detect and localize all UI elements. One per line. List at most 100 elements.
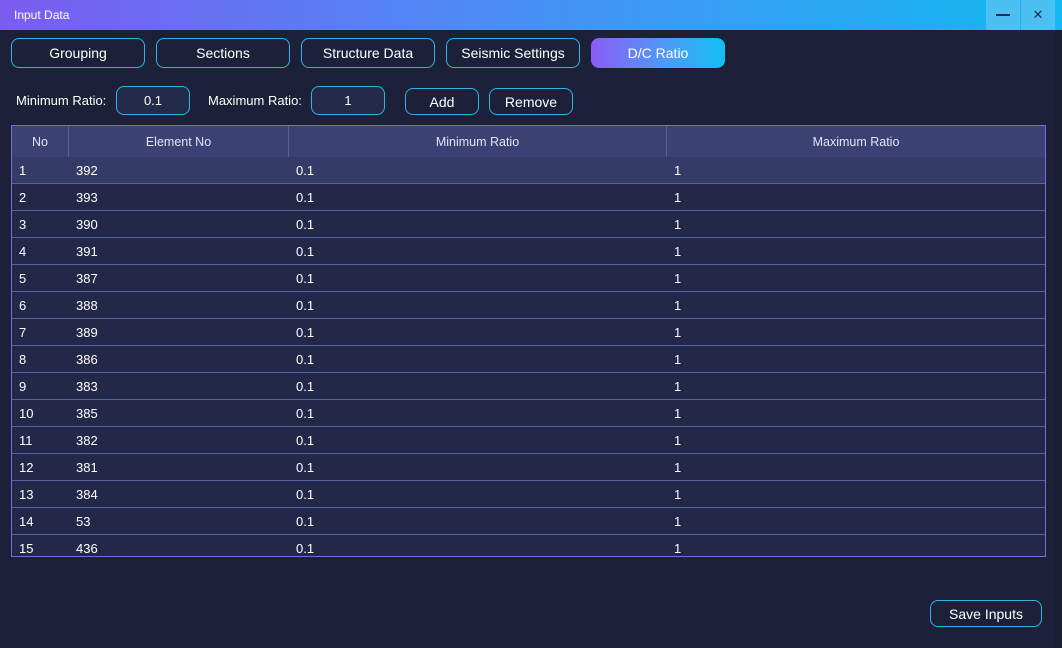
- table-row[interactable]: 11 382 0.1 1: [12, 427, 1045, 454]
- cell-minimum-ratio: 0.1: [296, 459, 315, 475]
- cell-no: 2: [19, 189, 27, 205]
- cell-minimum-ratio: 0.1: [296, 324, 315, 340]
- cell-element-no: 384: [76, 486, 98, 502]
- table-row[interactable]: 12 381 0.1 1: [12, 454, 1045, 481]
- cell-element-no: 383: [76, 378, 98, 394]
- cell-maximum-ratio: 1: [674, 432, 682, 448]
- cell-minimum-ratio: 0.1: [296, 378, 315, 394]
- cell-no: 1: [19, 162, 27, 178]
- input-data-window: Input Data ✕ Grouping Sections Structure…: [0, 0, 1062, 648]
- cell-maximum-ratio: 1: [674, 459, 682, 475]
- cell-element-no: 391: [76, 243, 98, 259]
- cell-minimum-ratio: 0.1: [296, 432, 315, 448]
- cell-maximum-ratio: 1: [674, 513, 682, 529]
- table-header: No Element No Minimum Ratio Maximum Rati…: [12, 126, 1045, 157]
- cell-maximum-ratio: 1: [674, 162, 682, 178]
- cell-maximum-ratio: 1: [674, 297, 682, 313]
- cell-no: 12: [19, 459, 34, 475]
- minimum-ratio-label: Minimum Ratio:: [16, 93, 107, 108]
- cell-maximum-ratio: 1: [674, 486, 682, 502]
- cell-no: 11: [19, 432, 33, 448]
- table-row[interactable]: 14 53 0.1 1: [12, 508, 1045, 535]
- table-row[interactable]: 13 384 0.1 1: [12, 481, 1045, 508]
- cell-element-no: 393: [76, 189, 98, 205]
- table-row[interactable]: 3 390 0.1 1: [12, 211, 1045, 238]
- cell-no: 9: [19, 378, 27, 394]
- cell-minimum-ratio: 0.1: [296, 405, 315, 421]
- cell-element-no: 436: [76, 540, 98, 556]
- table-row[interactable]: 4 391 0.1 1: [12, 238, 1045, 265]
- table-row[interactable]: 1 392 0.1 1: [12, 157, 1045, 184]
- cell-maximum-ratio: 1: [674, 405, 682, 421]
- cell-no: 3: [19, 216, 27, 232]
- add-button[interactable]: Add: [405, 88, 479, 115]
- tab-dc-ratio[interactable]: D/C Ratio: [591, 38, 725, 68]
- cell-maximum-ratio: 1: [674, 540, 682, 556]
- table-row[interactable]: 8 386 0.1 1: [12, 346, 1045, 373]
- table-row[interactable]: 7 389 0.1 1: [12, 319, 1045, 346]
- remove-button[interactable]: Remove: [489, 88, 573, 115]
- window-title: Input Data: [14, 8, 70, 22]
- cell-minimum-ratio: 0.1: [296, 297, 315, 313]
- maximum-ratio-input[interactable]: [311, 86, 385, 115]
- cell-maximum-ratio: 1: [674, 189, 682, 205]
- close-icon: ✕: [1032, 7, 1044, 22]
- minimize-button[interactable]: [986, 0, 1020, 30]
- cell-minimum-ratio: 0.1: [296, 270, 315, 286]
- minimum-ratio-input[interactable]: [116, 86, 190, 115]
- table-row[interactable]: 2 393 0.1 1: [12, 184, 1045, 211]
- cell-maximum-ratio: 1: [674, 243, 682, 259]
- table-body: 1 392 0.1 1 2 393 0.1 1 3 390 0.1 1 4 391 0.1 1 5 387 0.1 1…: [12, 157, 1045, 556]
- cell-no: 14: [19, 513, 34, 529]
- column-header-maximum-ratio[interactable]: Maximum Ratio: [667, 126, 1045, 157]
- cell-minimum-ratio: 0.1: [296, 189, 315, 205]
- cell-element-no: 389: [76, 324, 98, 340]
- cell-minimum-ratio: 0.1: [296, 351, 315, 367]
- tab-seismic-settings[interactable]: Seismic Settings: [446, 38, 580, 68]
- window-edge: [1055, 30, 1062, 648]
- cell-no: 7: [19, 324, 27, 340]
- cell-minimum-ratio: 0.1: [296, 162, 315, 178]
- table-row[interactable]: 9 383 0.1 1: [12, 373, 1045, 400]
- cell-element-no: 386: [76, 351, 98, 367]
- cell-no: 10: [19, 405, 34, 421]
- dc-ratio-table: No Element No Minimum Ratio Maximum Rati…: [11, 125, 1046, 557]
- table-row[interactable]: 6 388 0.1 1: [12, 292, 1045, 319]
- maximum-ratio-label: Maximum Ratio:: [208, 93, 302, 108]
- table-row[interactable]: 5 387 0.1 1: [12, 265, 1045, 292]
- cell-element-no: 387: [76, 270, 98, 286]
- cell-minimum-ratio: 0.1: [296, 540, 315, 556]
- cell-maximum-ratio: 1: [674, 324, 682, 340]
- cell-no: 5: [19, 270, 27, 286]
- cell-no: 15: [19, 540, 34, 556]
- cell-element-no: 390: [76, 216, 98, 232]
- tab-grouping[interactable]: Grouping: [11, 38, 145, 68]
- cell-minimum-ratio: 0.1: [296, 513, 315, 529]
- tab-sections[interactable]: Sections: [156, 38, 290, 68]
- table-row[interactable]: 15 436 0.1 1: [12, 535, 1045, 556]
- cell-no: 4: [19, 243, 27, 259]
- cell-element-no: 388: [76, 297, 98, 313]
- cell-element-no: 392: [76, 162, 98, 178]
- column-header-minimum-ratio[interactable]: Minimum Ratio: [289, 126, 667, 157]
- save-inputs-button[interactable]: Save Inputs: [930, 600, 1042, 627]
- table-row[interactable]: 10 385 0.1 1: [12, 400, 1045, 427]
- cell-minimum-ratio: 0.1: [296, 486, 315, 502]
- column-header-element-no[interactable]: Element No: [69, 126, 289, 157]
- cell-no: 13: [19, 486, 34, 502]
- tab-structure-data[interactable]: Structure Data: [301, 38, 435, 68]
- cell-maximum-ratio: 1: [674, 270, 682, 286]
- title-bar: Input Data ✕: [0, 0, 1062, 30]
- close-button[interactable]: ✕: [1021, 0, 1055, 30]
- cell-minimum-ratio: 0.1: [296, 216, 315, 232]
- cell-minimum-ratio: 0.1: [296, 243, 315, 259]
- cell-no: 6: [19, 297, 27, 313]
- cell-no: 8: [19, 351, 27, 367]
- cell-maximum-ratio: 1: [674, 216, 682, 232]
- column-header-no[interactable]: No: [12, 126, 69, 157]
- cell-maximum-ratio: 1: [674, 351, 682, 367]
- cell-element-no: 381: [76, 459, 98, 475]
- cell-element-no: 382: [76, 432, 98, 448]
- minimize-icon: [996, 14, 1010, 16]
- cell-element-no: 53: [76, 513, 91, 529]
